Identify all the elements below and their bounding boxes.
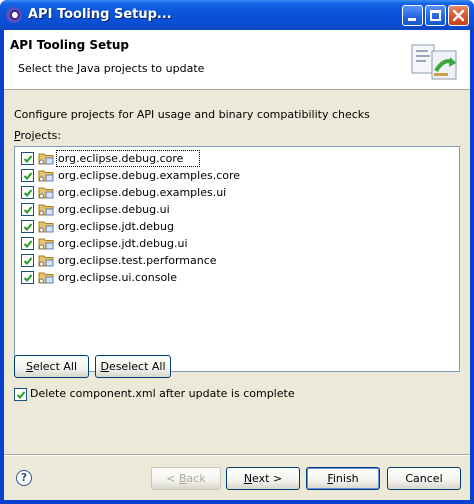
project-row-debug-core[interactable]: org.eclipse.debug.core [21,150,451,167]
project-row-test-performance[interactable]: org.eclipse.test.performance [21,252,451,269]
delete-component-xml-checkbox[interactable] [14,388,27,401]
check-mark-icon [23,223,33,231]
check-mark-icon [23,240,33,248]
check-mark-icon [23,155,33,163]
project-label: org.eclipse.jdt.debug [58,220,174,233]
package-folder-icon [38,221,54,233]
cancel-button[interactable]: Cancel [387,467,461,490]
project-label: org.eclipse.ui.console [58,271,178,284]
project-checkbox[interactable] [21,152,34,165]
project-label: org.eclipse.jdt.debug.ui [58,237,188,250]
project-checkbox[interactable] [21,186,34,199]
page-description: Configure projects for API usage and bin… [14,108,370,121]
project-label: org.eclipse.debug.examples.ui [58,186,227,199]
package-folder-icon [38,170,54,182]
check-mark-icon [23,257,33,265]
project-checkbox[interactable] [21,237,34,250]
maximize-button[interactable] [425,5,446,26]
project-checkbox[interactable] [21,203,34,216]
package-folder-icon [38,272,54,284]
project-label: org.eclipse.debug.ui [58,203,170,216]
finish-button[interactable]: Finish [306,467,380,490]
close-button[interactable] [448,5,469,26]
package-folder-icon [38,187,54,199]
wizard-banner-icon [411,44,457,80]
projects-tree[interactable]: org.eclipse.debug.core org.eclipse.debug… [14,146,460,372]
minimize-icon [408,18,416,21]
project-checkbox[interactable] [21,271,34,284]
page-message: Select the Java projects to update [18,62,205,75]
window-title: API Tooling Setup... [28,7,172,22]
project-row-ui-console[interactable]: org.eclipse.ui.console [21,269,451,286]
package-folder-icon [38,153,54,165]
next-button[interactable]: Next > [226,467,300,490]
project-label: org.eclipse.test.performance [58,254,217,267]
package-folder-icon [38,255,54,267]
back-button[interactable]: < Back [151,467,221,490]
project-row-debug-examples-ui[interactable]: org.eclipse.debug.examples.ui [21,184,451,201]
package-folder-icon [38,238,54,250]
deselect-all-button[interactable]: Deselect All [95,355,171,378]
project-label: org.eclipse.debug.core [55,150,201,167]
dialog-window: API Tooling Setup... API Tooling Setup S… [0,0,474,504]
check-mark-icon [23,206,33,214]
minimize-button[interactable] [402,5,423,26]
project-checkbox[interactable] [21,169,34,182]
check-mark-icon [16,391,26,399]
check-mark-icon [23,172,33,180]
wizard-header: API Tooling Setup Select the Java projec… [4,30,470,90]
project-row-jdt-debug[interactable]: org.eclipse.jdt.debug [21,218,451,235]
maximize-icon [430,10,441,21]
project-checkbox[interactable] [21,220,34,233]
page-title: API Tooling Setup [10,38,129,52]
delete-component-xml-label: Delete component.xml after update is com… [30,387,295,400]
close-icon [452,9,465,22]
button-bar-separator [4,454,470,456]
dialog-client-area: API Tooling Setup Select the Java projec… [4,30,470,500]
check-mark-icon [23,189,33,197]
eclipse-icon [6,7,22,23]
package-folder-icon [38,204,54,216]
projects-label: Projects: [14,129,62,142]
check-mark-icon [23,274,33,282]
project-label: org.eclipse.debug.examples.core [58,169,241,182]
project-checkbox[interactable] [21,254,34,267]
select-all-button[interactable]: Select All [14,355,89,378]
help-icon[interactable]: ? [16,470,32,486]
project-row-debug-ui[interactable]: org.eclipse.debug.ui [21,201,451,218]
project-row-jdt-debug-ui[interactable]: org.eclipse.jdt.debug.ui [21,235,451,252]
title-bar[interactable]: API Tooling Setup... [0,0,474,30]
project-row-debug-examples-core[interactable]: org.eclipse.debug.examples.core [21,167,451,184]
